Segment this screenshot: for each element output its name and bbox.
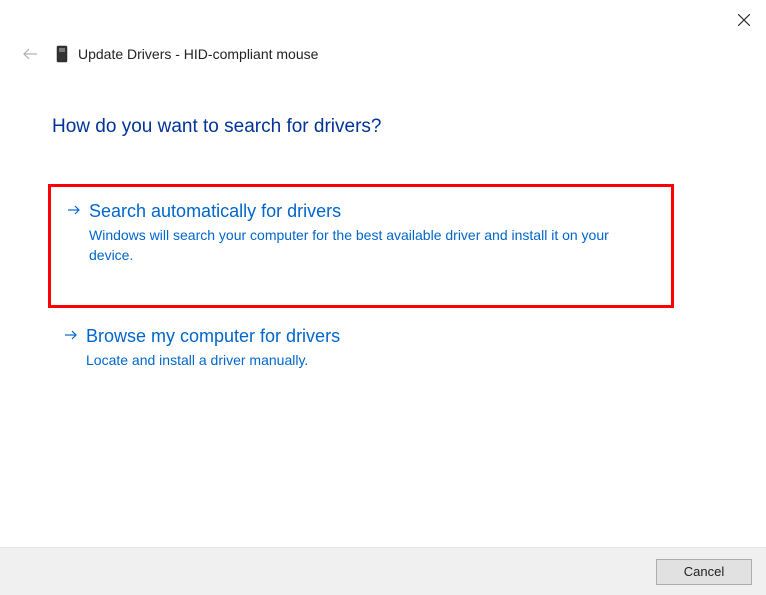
close-button[interactable] (736, 12, 752, 28)
titlebar (0, 0, 766, 40)
option-description: Windows will search your computer for th… (89, 226, 657, 265)
option-search-automatically[interactable]: Search automatically for drivers Windows… (48, 184, 674, 308)
back-button[interactable] (20, 44, 40, 64)
option-browse-computer[interactable]: Browse my computer for drivers Locate an… (48, 326, 674, 387)
cancel-button[interactable]: Cancel (656, 559, 752, 585)
arrow-right-icon (65, 204, 83, 216)
footer: Cancel (0, 547, 766, 595)
device-icon (54, 44, 70, 64)
back-arrow-icon (22, 47, 38, 61)
arrow-right-icon (62, 329, 80, 341)
option-title: Search automatically for drivers (89, 201, 657, 222)
option-title: Browse my computer for drivers (86, 326, 660, 347)
close-icon (738, 14, 750, 26)
content-area: How do you want to search for drivers? S… (0, 68, 766, 387)
header-row: Update Drivers - HID-compliant mouse (0, 40, 766, 68)
option-description: Locate and install a driver manually. (86, 351, 660, 371)
page-heading: How do you want to search for drivers? (52, 116, 714, 138)
window-title: Update Drivers - HID-compliant mouse (78, 46, 318, 62)
